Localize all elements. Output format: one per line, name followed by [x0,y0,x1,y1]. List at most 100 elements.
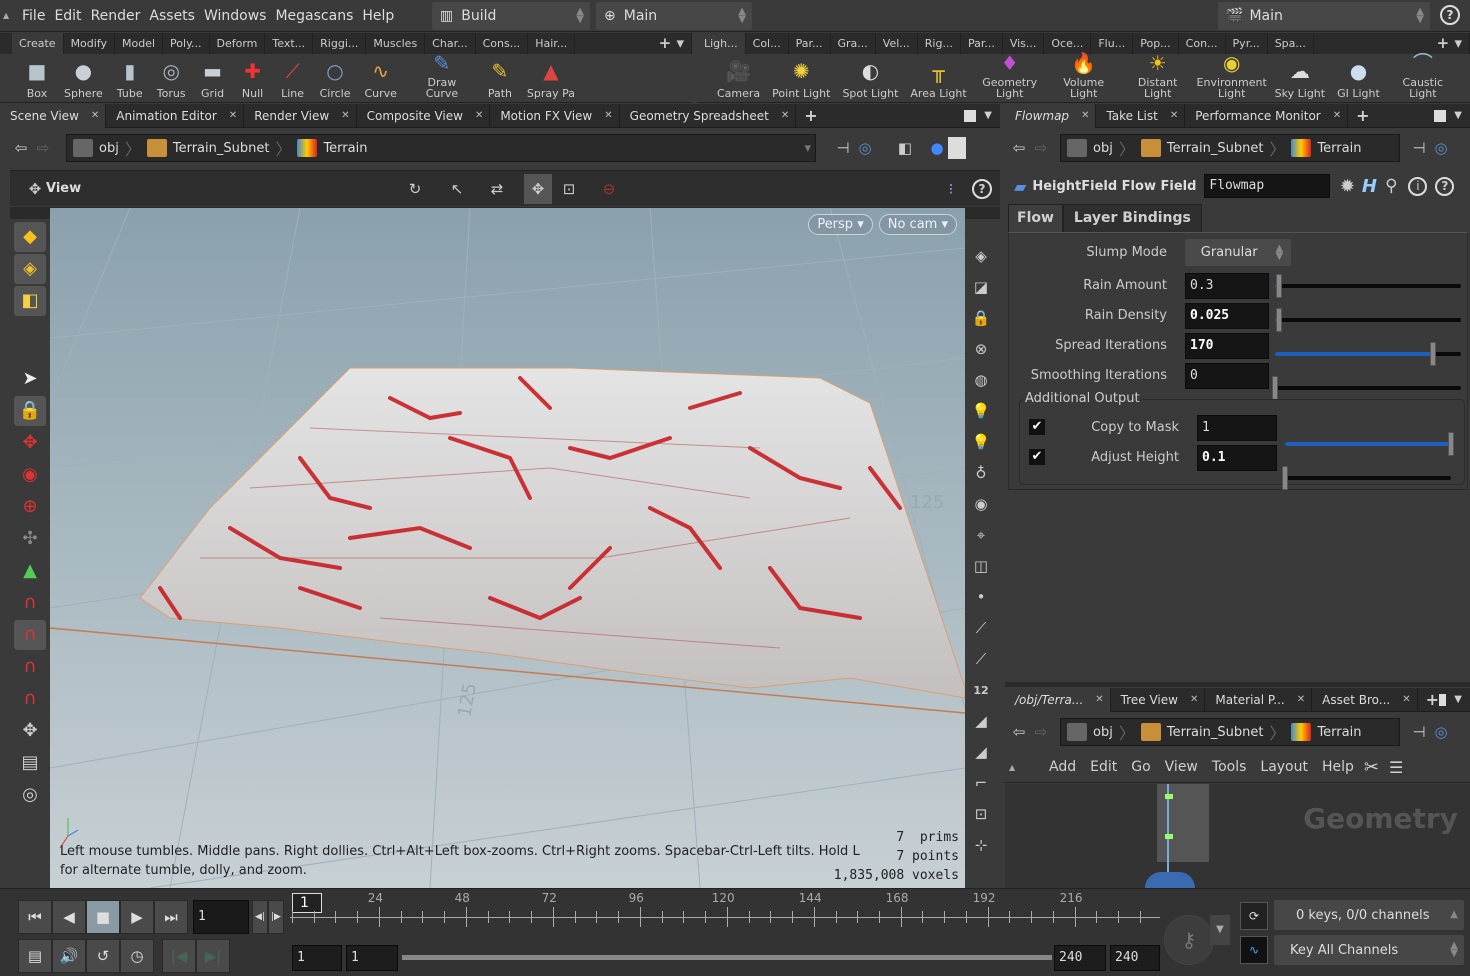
shelf-tool-geometry-light[interactable]: ♦ Geometry Light [979,53,1041,103]
link-icon[interactable]: ◎ [854,137,876,159]
xray-icon[interactable]: ⊗ [967,334,995,364]
gear-icon[interactable]: ✹ [1336,175,1358,197]
crumb-terrain[interactable]: Terrain [1285,139,1367,157]
param-slider[interactable] [1272,376,1461,400]
param-input[interactable]: 0.3 [1185,273,1269,299]
crumb-terrain[interactable]: Terrain [291,139,373,157]
cube-icon[interactable]: ◧ [894,137,916,159]
pane-tab[interactable]: Flowmap ✕ [1005,103,1097,128]
move-icon[interactable]: ✥ [14,428,46,458]
add-shelf-icon[interactable]: + ▾ [652,33,692,54]
point-display-icon[interactable]: • [967,582,995,612]
checkbox[interactable]: ✔ [1029,419,1045,435]
param-slider[interactable] [1275,308,1461,332]
node[interactable] [1165,834,1173,839]
pane-tab[interactable]: Asset Bro... ✕ [1312,687,1418,712]
shelf-tool-tube[interactable]: ▮ Tube [117,54,143,103]
param-help-icon[interactable]: ? [1435,176,1455,196]
pane-tab[interactable]: Take List ✕ [1096,103,1186,128]
pane-tab[interactable]: Material P... ✕ [1205,687,1313,712]
add-tab-icon[interactable]: + [1356,106,1369,125]
crumb-obj[interactable]: obj [1061,139,1119,157]
network-menu-go[interactable]: Go [1131,759,1150,775]
shelf-tool-path[interactable]: ✎ Path [487,54,513,103]
param-slider[interactable] [1275,342,1461,366]
snap-point-icon[interactable]: ∩ [14,652,46,682]
network-menu-add[interactable]: Add [1049,759,1076,775]
node[interactable] [1165,794,1173,799]
close-icon[interactable]: ✕ [781,104,789,128]
rotate-icon[interactable]: ◉ [14,460,46,490]
prim-numbers-icon[interactable]: ◢ [967,737,995,767]
shading-icon[interactable]: ● [926,137,948,159]
param-input[interactable]: 1 [1197,415,1277,441]
lock-camera-icon[interactable]: 🔒 [967,303,995,333]
audio-icon[interactable]: 🔊 [52,939,86,973]
crumb-subnet[interactable]: Terrain_Subnet [1135,723,1270,741]
shelf-tool-draw-curve[interactable]: ✎ Draw Curve [411,53,473,103]
pane-tab[interactable]: Motion FX View ✕ [490,103,620,128]
slider-handle[interactable] [1448,432,1454,456]
ao-icon[interactable]: ◉ [967,489,995,519]
close-icon[interactable]: ✕ [1402,688,1410,712]
maximize-icon[interactable] [1439,693,1447,706]
shelf-tool-area-light[interactable]: ╥ Area Light [910,54,966,103]
tab-flow[interactable]: Flow [1008,204,1063,233]
snap-grid-icon[interactable]: ∩ [14,620,46,650]
crumb-terrain[interactable]: Terrain [1285,723,1367,741]
camera-move-icon[interactable]: ⇄ [486,178,508,200]
ghost-icon[interactable]: ◍ [967,365,995,395]
close-icon[interactable]: ✕ [341,104,349,128]
frame-input[interactable]: 1 [193,900,249,934]
playback-start-input[interactable]: 1 [346,945,398,971]
view-help-icon[interactable]: ? [972,178,992,199]
prim-display-icon[interactable]: ◢ [967,706,995,736]
camera-icon[interactable]: ✥ [14,716,46,746]
pane-tab[interactable]: Render View ✕ [244,103,357,128]
maximize-icon[interactable] [1434,109,1447,122]
keys-channels-display[interactable]: 0 keys, 0/0 channels ▲ [1274,900,1464,930]
param-slider[interactable] [1275,274,1461,298]
network-menu-edit[interactable]: Edit [1090,759,1117,775]
render-icon[interactable]: ▤ [14,748,46,778]
pane-tab[interactable]: Performance Monitor ✕ [1185,103,1349,128]
timeline-ruler[interactable]: 1 24 48 72 96 120 144 168 192 216 [290,889,1170,937]
add-tab-icon[interactable]: + [804,106,817,125]
camera-menu[interactable]: No cam ▾ [878,214,957,235]
pane-tab[interactable]: Tree View ✕ [1111,687,1206,712]
menu-render[interactable]: Render [91,8,141,24]
select-arrow-icon[interactable]: ↖ [446,178,468,200]
crumb-obj[interactable]: obj [67,139,125,157]
key-menu-icon[interactable]: ▼ [1210,915,1230,945]
menu-edit[interactable]: Edit [54,8,81,24]
prev-key-icon[interactable]: |◀ [162,939,196,973]
view-mode-icon[interactable]: ✥ [524,173,552,204]
shelf-tool-spray-pa[interactable]: ▲ Spray Pa [527,54,575,103]
point-numbers-icon[interactable]: 12 [967,675,995,705]
shelf-tab[interactable]: Modify [64,33,116,54]
checkbox[interactable]: ✔ [1029,449,1045,465]
start-frame-input[interactable]: 1 [292,945,342,971]
loop-icon[interactable]: ↺ [86,939,120,973]
pane-menu-icon[interactable]: ▼ [984,110,992,121]
magnet-icon[interactable]: ∩ [14,684,46,714]
zoom-region-icon[interactable]: ⊡ [558,178,580,200]
link-icon[interactable]: ◎ [1430,137,1452,159]
take-select[interactable]: 🎬 Main ▲ ▼ [1218,2,1430,30]
node-name-input[interactable]: Flowmap [1204,174,1331,198]
playback-end-input[interactable]: 240 [1054,945,1106,971]
shelf-tab[interactable]: Riggi... [313,33,367,54]
shelf-tab[interactable]: Muscles [366,33,426,54]
crumb-subnet[interactable]: Terrain_Subnet [141,139,276,157]
tab-layer-bindings[interactable]: Layer Bindings [1062,204,1202,233]
shelf-tab[interactable]: Rig... [918,33,961,54]
shelf-tab[interactable]: Cons... [476,33,529,54]
shelf-tab[interactable]: Con... [1179,33,1226,54]
close-icon[interactable]: ✕ [475,104,483,128]
pane-divider[interactable] [1005,682,1470,687]
shelf-tool-grid[interactable]: ▬ Grid [200,54,226,103]
record-icon[interactable]: ⊖ [598,178,620,200]
3d-viewport[interactable]: 125 125 Persp ▾ No cam ▾ Left mouse tumb… [50,208,965,888]
display-options-icon[interactable]: ⁝ [940,178,962,200]
slider-handle[interactable] [1430,342,1437,366]
